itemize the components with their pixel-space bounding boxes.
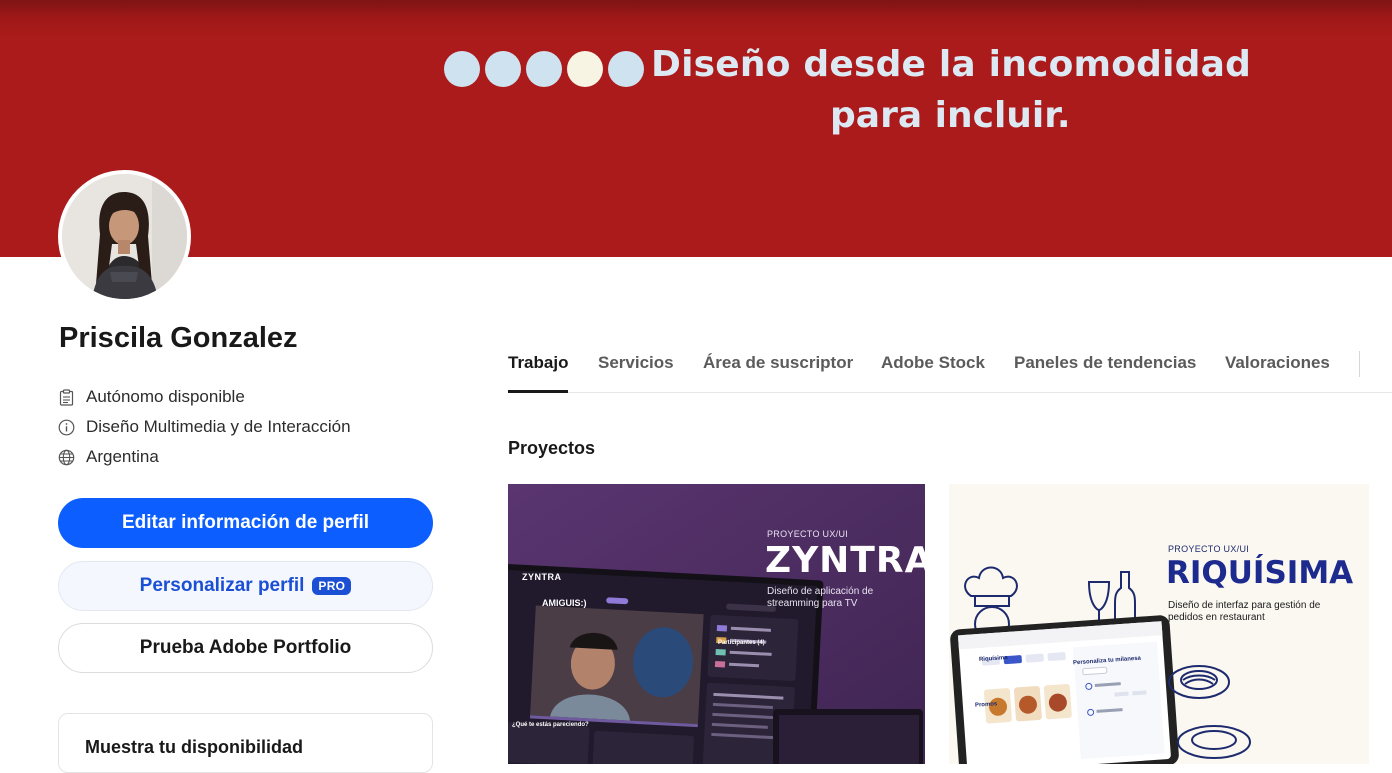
tab-adobe-stock[interactable]: Adobe Stock <box>881 353 985 373</box>
project-card-riquisima[interactable]: Riquísima Personaliza tu milanesa Promos… <box>949 484 1369 764</box>
zyntra-question: ¿Qué te estás pareciendo? <box>512 722 589 728</box>
zyntra-app-channel: AMIGUIS:) <box>542 598 587 608</box>
banner-dot <box>608 51 644 87</box>
avatar[interactable] <box>58 170 191 303</box>
edit-profile-button[interactable]: Editar información de perfil <box>58 498 433 548</box>
edit-profile-label: Editar información de perfil <box>121 512 370 533</box>
banner-headline-line2: para incluir. <box>830 95 1071 136</box>
banner-dots <box>444 51 644 87</box>
zyntra-title: ZYNTRA <box>765 540 925 581</box>
riquisima-subtitle-line1: Diseño de interfaz para gestión de <box>1168 600 1321 611</box>
tab-valoraciones[interactable]: Valoraciones <box>1225 353 1330 373</box>
banner-headline-line1: Diseño desde la incomodidad <box>651 44 1252 85</box>
globe-icon <box>58 449 75 465</box>
zyntra-kicker: PROYECTO UX/UI <box>767 529 849 539</box>
tab-servicios[interactable]: Servicios <box>598 353 674 373</box>
availability-card[interactable]: Muestra tu disponibilidad <box>58 713 433 773</box>
project-card-zyntra[interactable]: ZYNTRA AMIGUIS:) Participantes (4) ¿Qué … <box>508 484 925 764</box>
riquisima-title: RIQUÍSIMA <box>1166 555 1354 591</box>
zyntra-subtitle-line1: Diseño de aplicación de <box>767 586 874 597</box>
customize-profile-button[interactable]: Personalizar perfil PRO <box>58 561 433 611</box>
adobe-portfolio-button[interactable]: Prueba Adobe Portfolio <box>58 623 433 673</box>
profile-tabs: Trabajo Servicios Área de suscriptor Ado… <box>508 341 1392 393</box>
info-occupation: Diseño Multimedia y de Interacción <box>58 417 351 437</box>
pro-badge: PRO <box>312 577 352 595</box>
zyntra-panel-heading: Participantes (4) <box>718 640 765 646</box>
banner-dot <box>567 51 603 87</box>
tab-trabajo[interactable]: Trabajo <box>508 353 568 373</box>
info-location-text: Argentina <box>86 447 159 466</box>
riquisima-subtitle-line2: pedidos en restaurant <box>1168 612 1265 623</box>
banner-dot <box>485 51 521 87</box>
zyntra-app-logo: ZYNTRA <box>522 572 562 582</box>
profile-banner: Diseño desde la incomodidad para incluir… <box>0 0 1392 257</box>
avatar-photo <box>62 174 187 299</box>
customize-profile-label: Personalizar perfil <box>139 575 305 596</box>
riquisima-kicker: PROYECTO UX/UI <box>1168 544 1250 554</box>
banner-dot <box>444 51 480 87</box>
tab-area-suscriptor[interactable]: Área de suscriptor <box>703 353 853 373</box>
adobe-portfolio-label: Prueba Adobe Portfolio <box>139 637 352 658</box>
info-occupation-text: Diseño Multimedia y de Interacción <box>86 417 351 436</box>
profile-name: Priscila Gonzalez <box>59 322 298 354</box>
zyntra-subtitle-line2: streamming para TV <box>767 598 858 609</box>
info-location: Argentina <box>58 447 159 467</box>
clipboard-icon <box>59 388 74 406</box>
tab-paneles-tendencias[interactable]: Paneles de tendencias <box>1014 353 1196 373</box>
tab-divider <box>1359 351 1360 377</box>
info-freelance: Autónomo disponible <box>58 387 245 407</box>
info-icon <box>58 419 75 435</box>
active-tab-indicator <box>508 390 568 393</box>
info-freelance-text: Autónomo disponible <box>86 387 245 406</box>
projects-heading: Proyectos <box>508 438 596 458</box>
banner-dot <box>526 51 562 87</box>
availability-title: Muestra tu disponibilidad <box>85 737 304 757</box>
